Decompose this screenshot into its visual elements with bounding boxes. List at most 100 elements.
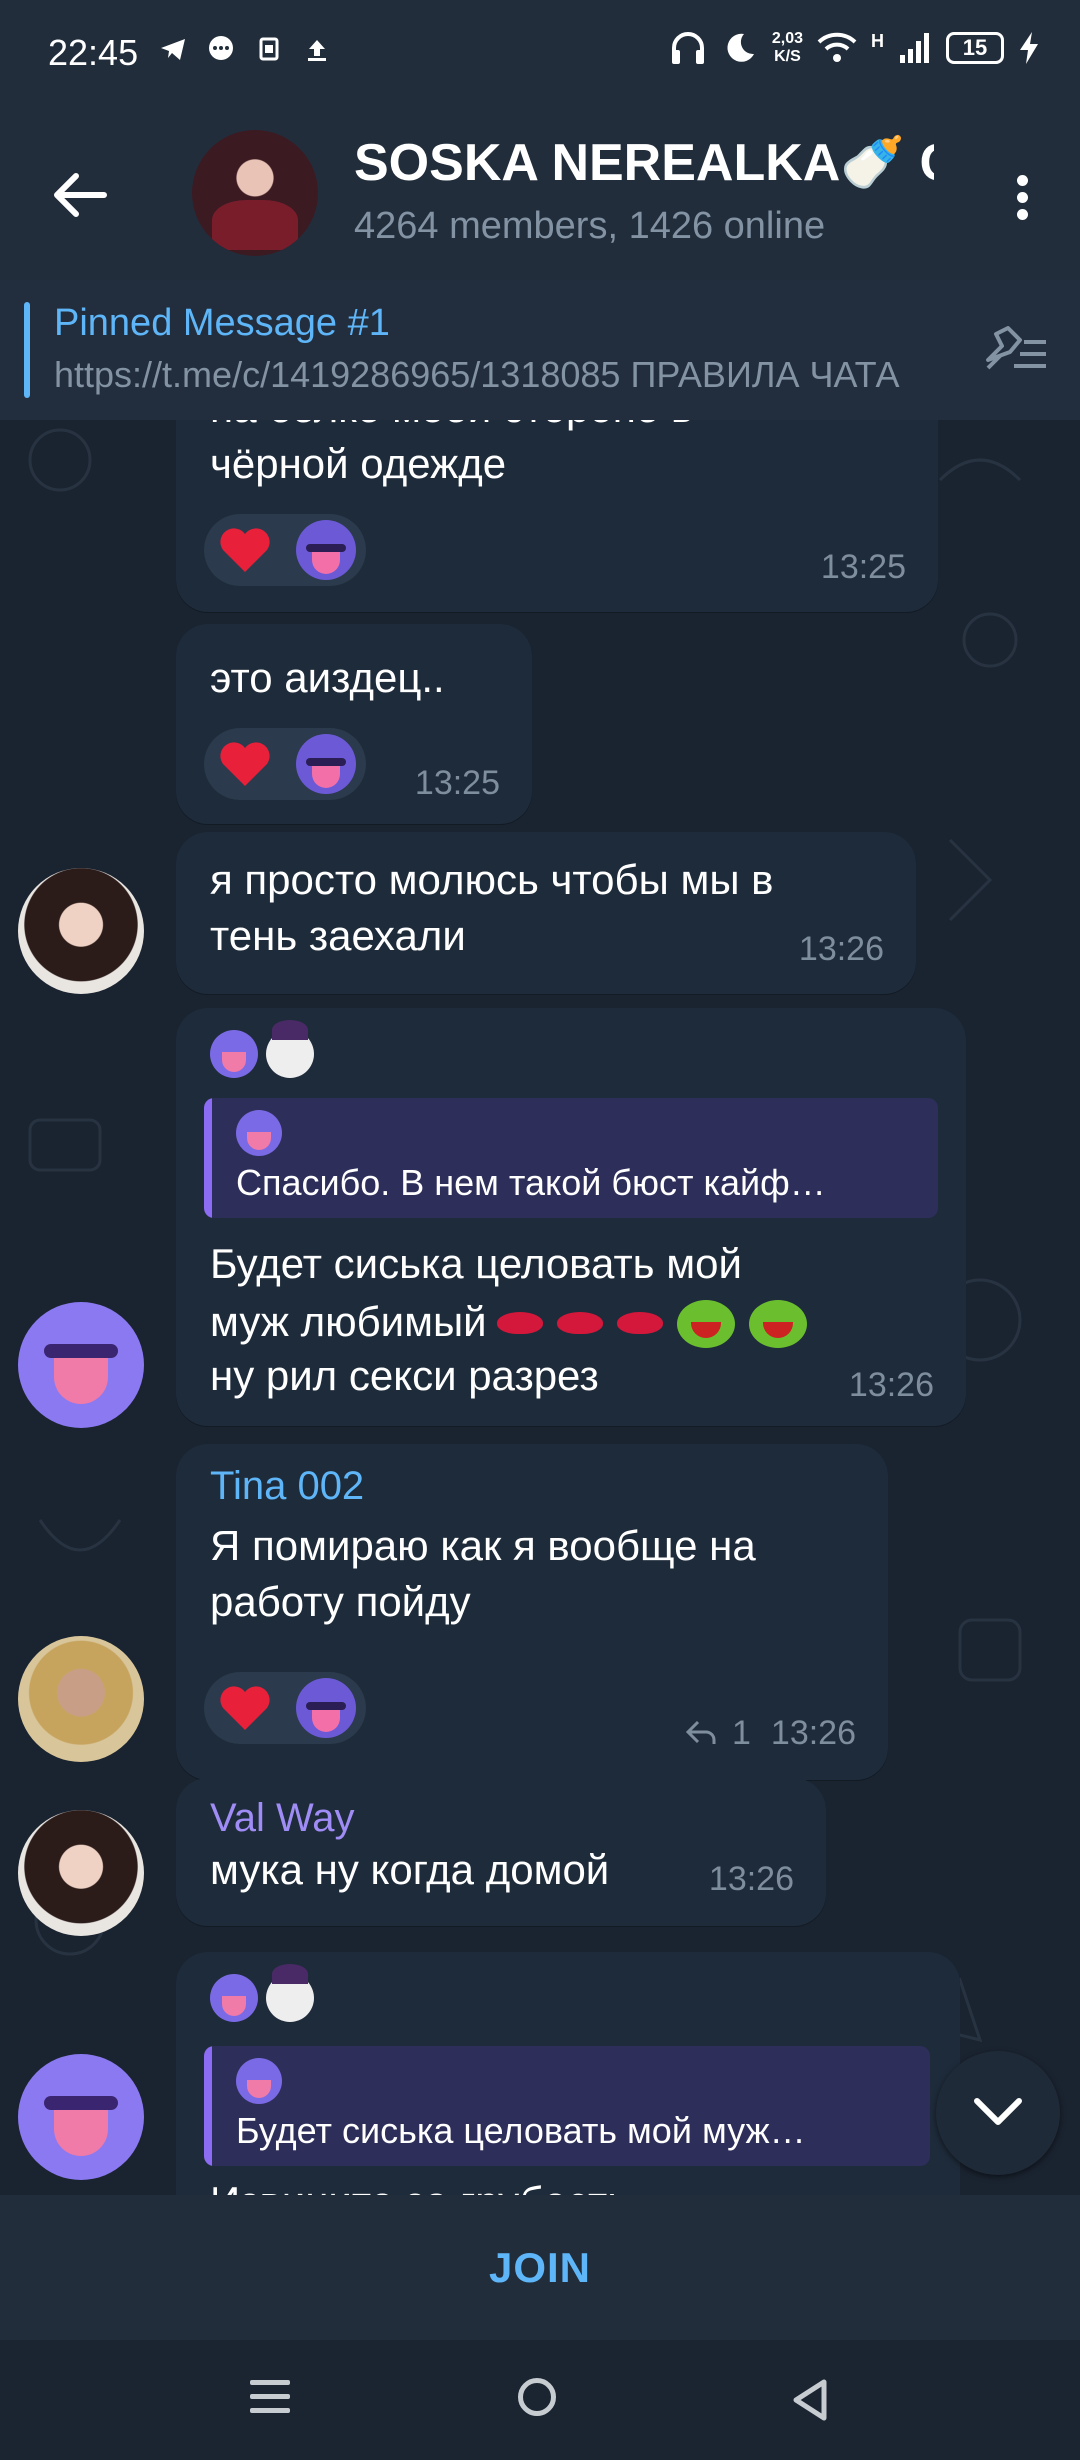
message-text-line: муж любимый xyxy=(210,1292,811,1352)
message-time: 13:25 xyxy=(414,764,500,802)
message-bubble[interactable]: Спасибо. В нем такой бюст кайф… Будет си… xyxy=(176,1008,966,1426)
tongue-reaction-icon xyxy=(296,520,356,580)
chevron-down-icon xyxy=(974,2098,1022,2125)
quote-text: Спасибо. В нем такой бюст кайф… xyxy=(236,1162,826,1203)
message-bubble[interactable]: Val Way мука ну когда домой 13:26 xyxy=(176,1778,826,1926)
chat-members-status[interactable]: 4264 members, 1426 online xyxy=(354,205,825,248)
signal-type: H xyxy=(871,30,884,51)
om-nom-emoji-icon xyxy=(745,1292,811,1352)
reply-count[interactable]: 1 xyxy=(732,1714,751,1753)
net-rate-unit: K/S xyxy=(774,48,801,65)
join-button[interactable]: JOIN xyxy=(0,2195,1080,2340)
recent-apps-icon[interactable] xyxy=(250,2380,290,2420)
sim-icon xyxy=(259,37,279,61)
message-bubble[interactable]: это аиздец.. 13:25 xyxy=(176,624,532,824)
status-indicators: 2,03 K/S H 15 xyxy=(668,28,1040,68)
pinned-message-bar[interactable]: Pinned Message #1 https://t.me/c/1419286… xyxy=(0,280,1080,420)
quote-accent xyxy=(204,2046,212,2166)
messenger-icon xyxy=(209,36,233,60)
moon-icon xyxy=(727,33,754,62)
message-bubble[interactable]: я просто молюсь чтобы мы в тень заехали … xyxy=(176,832,916,994)
heart-reaction-icon xyxy=(220,1686,270,1730)
message-time: 13:26 xyxy=(770,1714,856,1752)
sender-avatar[interactable] xyxy=(18,1810,144,1936)
message-list[interactable]: на белке моей стороне в чёрной одежде 13… xyxy=(0,420,1080,2195)
message-bubble[interactable]: Будет сиська целовать мой муж… Извините … xyxy=(176,1952,960,2195)
message-text-line: Я помираю как я вообще на xyxy=(210,1522,756,1569)
kiss-emoji-icon xyxy=(613,1302,667,1342)
sender-name[interactable]: Tina 002 xyxy=(210,1464,364,1509)
kiss-emoji-icon xyxy=(493,1302,547,1342)
wifi-icon xyxy=(817,32,857,62)
chat-title[interactable]: SOSKA NEREALKA🍼 Ch xyxy=(354,132,934,193)
heart-reaction-icon xyxy=(220,742,270,786)
message-time: 13:26 xyxy=(848,1366,934,1404)
pinned-title: Pinned Message #1 xyxy=(54,302,390,344)
pinned-text: https://t.me/c/1419286965/1318085 ПРАВИЛ… xyxy=(54,354,900,395)
tongue-emoji-icon xyxy=(210,1974,258,2022)
system-nav-bar xyxy=(0,2340,1080,2460)
kiss-emoji-icon xyxy=(553,1302,607,1342)
net-rate-value: 2,03 xyxy=(771,30,803,47)
reaction-bar[interactable] xyxy=(204,728,366,800)
chat-header: SOSKA NEREALKA🍼 Ch 4264 members, 1426 on… xyxy=(0,110,1080,280)
message-text-line: тень заехали xyxy=(210,912,466,959)
skull-witch-emoji-icon xyxy=(266,1020,314,1078)
sender-name[interactable]: Val Way xyxy=(210,1796,354,1841)
network-rate: 2,03 K/S xyxy=(772,30,803,66)
back-arrow-icon[interactable] xyxy=(44,160,114,230)
reaction-bar[interactable] xyxy=(204,514,366,586)
tongue-emoji-icon xyxy=(210,1030,258,1078)
pinned-list-icon[interactable] xyxy=(980,320,1050,380)
message-text-line: я просто молюсь чтобы мы в xyxy=(210,856,774,903)
sender-avatar[interactable] xyxy=(18,868,144,994)
message-time: 13:26 xyxy=(798,930,884,968)
reaction-bar[interactable] xyxy=(204,1672,366,1744)
skull-witch-emoji-icon xyxy=(266,1964,314,2022)
om-nom-emoji-icon xyxy=(673,1292,739,1352)
more-options-button[interactable] xyxy=(1000,170,1044,230)
message-text-partial: на белке моей стороне в xyxy=(210,420,693,436)
message-text: чёрной одежде xyxy=(210,440,507,487)
back-triangle-icon[interactable] xyxy=(790,2378,830,2422)
tongue-emoji-icon xyxy=(236,1110,282,1156)
status-bar: 22:45 2,03 K/S H 15 xyxy=(0,0,1080,110)
quote-accent xyxy=(204,1098,212,1218)
message-time: 13:25 xyxy=(820,548,906,586)
reply-quote[interactable]: Спасибо. В нем такой бюст кайф… xyxy=(204,1098,938,1218)
headphones-icon xyxy=(671,32,704,64)
message-text: это аиздец.. xyxy=(210,654,445,701)
message-text-fragment: муж любимый xyxy=(210,1298,487,1345)
sender-avatar[interactable] xyxy=(18,1302,144,1428)
charging-icon xyxy=(1020,32,1038,64)
status-time: 22:45 xyxy=(48,32,139,73)
pinned-indicator xyxy=(24,302,30,398)
upload-icon xyxy=(308,40,326,61)
message-text: мука ну когда домой xyxy=(210,1846,610,1893)
home-icon[interactable] xyxy=(518,2378,556,2416)
tongue-reaction-icon xyxy=(296,734,356,794)
message-bubble[interactable]: Tina 002 Я помираю как я вообще на работ… xyxy=(176,1444,888,1780)
heart-reaction-icon xyxy=(220,528,270,572)
notification-icons xyxy=(158,34,332,64)
join-bar: JOIN xyxy=(0,2195,1080,2340)
signal-icon xyxy=(900,33,929,63)
reply-quote[interactable]: Будет сиська целовать мой муж… xyxy=(204,2046,930,2166)
quote-text: Будет сиська целовать мой муж… xyxy=(236,2110,806,2151)
sender-avatar[interactable] xyxy=(18,1636,144,1762)
message-bubble[interactable]: на белке моей стороне в чёрной одежде 13… xyxy=(176,420,938,612)
message-text-line: Будет сиська целовать мой xyxy=(210,1240,742,1287)
sender-avatar[interactable] xyxy=(18,2054,144,2180)
group-avatar[interactable] xyxy=(192,130,318,256)
sender-emoji-name[interactable] xyxy=(210,1020,314,1078)
message-text-line: работу пойду xyxy=(210,1578,471,1625)
telegram-bird-icon xyxy=(161,39,185,60)
scroll-to-bottom-button[interactable] xyxy=(936,2051,1060,2175)
reply-arrow-icon[interactable] xyxy=(684,1718,718,1746)
tongue-reaction-icon xyxy=(296,1678,356,1738)
sender-emoji-name[interactable] xyxy=(210,1964,314,2022)
message-time: 13:26 xyxy=(708,1860,794,1898)
tongue-emoji-icon xyxy=(236,2058,282,2104)
message-text-partial: Извините за грубость xyxy=(210,2174,629,2195)
message-text-line: ну рил секси разрез xyxy=(210,1352,599,1399)
